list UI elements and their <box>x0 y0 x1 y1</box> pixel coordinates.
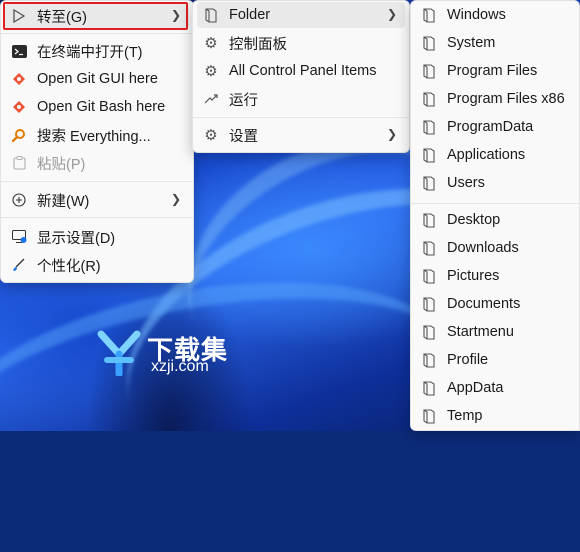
menu-item-label: Pictures <box>447 268 500 284</box>
menu-item-label: Downloads <box>447 240 519 256</box>
folder-icon <box>419 352 439 368</box>
folder-icon <box>419 147 439 163</box>
folder-menu-item[interactable]: AppData <box>415 375 575 401</box>
folder-icon <box>419 91 439 107</box>
folder-menu-item[interactable]: Downloads <box>415 235 575 261</box>
folder-icon <box>419 212 439 228</box>
menu-item-label: Windows <box>447 7 506 23</box>
folder-icon <box>419 296 439 312</box>
selection-highlight <box>3 2 188 30</box>
submenu-item-folder[interactable]: Folder ❯ <box>197 2 405 28</box>
menu-item-label: 设置 <box>229 128 258 145</box>
folder-menu-item[interactable]: Temp <box>415 403 575 429</box>
folder-icon <box>201 7 221 23</box>
menu-item-paste[interactable]: 粘贴(P) <box>5 150 189 176</box>
submenu-item-all-control-panel[interactable]: ⚙ All Control Panel Items <box>197 58 405 84</box>
menu-item-display-settings[interactable]: 显示设置(D) <box>5 224 189 250</box>
folder-menu-item[interactable]: Documents <box>415 291 575 317</box>
menu-item-label: Program Files <box>447 63 538 79</box>
folder-icon <box>419 268 439 284</box>
submenu-item-control-panel[interactable]: ⚙ 控制面板 <box>197 30 405 56</box>
menu-item-search-everything[interactable]: 搜索 Everything... <box>5 122 189 148</box>
folder-menu-item[interactable]: Program Files x86 <box>415 86 575 112</box>
menu-item-label: Profile <box>447 352 489 368</box>
folder-icon <box>419 240 439 256</box>
folder-icon <box>419 408 439 424</box>
plus-circle-icon <box>9 193 29 207</box>
gear-icon: ⚙ <box>204 63 218 80</box>
folder-menu-item[interactable]: Windows <box>415 2 575 28</box>
folder-menu-item[interactable]: Pictures <box>415 263 575 289</box>
menu-item-label: Documents <box>447 296 521 312</box>
gear-icon: ⚙ <box>204 127 218 144</box>
menu-item-label: Folder <box>229 7 271 23</box>
display-settings-icon <box>9 230 29 244</box>
chevron-right-icon: ❯ <box>386 7 397 21</box>
folder-menu-item[interactable]: ProgramData <box>415 114 575 140</box>
folder-menu-item[interactable]: Applications <box>415 142 575 168</box>
context-menu: 转至(G) ❯ 在终端中打开(T) Open Git GUI here Open… <box>0 0 194 283</box>
menu-item-label: 搜索 Everything... <box>37 128 151 145</box>
submenu-item-settings[interactable]: ⚙ 设置 ❯ <box>197 122 405 148</box>
menu-item-label: 个性化(R) <box>37 258 101 275</box>
menu-separator <box>1 217 193 218</box>
folder-menu-item[interactable]: Profile <box>415 347 575 373</box>
folder-menu-item[interactable]: Desktop <box>415 207 575 233</box>
menu-item-new[interactable]: 新建(W) ❯ <box>5 187 189 213</box>
menu-item-label: 控制面板 <box>229 36 287 53</box>
menu-separator <box>193 117 409 118</box>
menu-item-label: 运行 <box>229 92 258 109</box>
everything-search-icon <box>9 128 29 142</box>
folder-menu-item[interactable]: Users <box>415 170 575 196</box>
folder-icon <box>419 380 439 396</box>
menu-item-label: Temp <box>447 408 483 424</box>
menu-item-label: System <box>447 35 496 51</box>
menu-item-label: Users <box>447 175 485 191</box>
menu-item-label: 显示设置(D) <box>37 230 116 247</box>
menu-item-git-bash[interactable]: Open Git Bash here <box>5 94 189 120</box>
git-icon <box>9 100 29 114</box>
menu-item-label: AppData <box>447 380 504 396</box>
folder-icon <box>419 119 439 135</box>
folder-menu-item[interactable]: Program Files <box>415 58 575 84</box>
paste-icon <box>9 156 29 170</box>
menu-item-label: Applications <box>447 147 526 163</box>
git-icon <box>9 72 29 86</box>
watermark-url: xzji.com <box>151 358 209 375</box>
watermark-logo-icon <box>97 330 141 376</box>
menu-item-label: Program Files x86 <box>447 91 565 107</box>
menu-separator <box>1 33 193 34</box>
gear-icon: ⚙ <box>204 35 218 52</box>
menu-item-personalize[interactable]: 个性化(R) <box>5 252 189 278</box>
folder-menu-item[interactable]: System <box>415 30 575 56</box>
brush-icon <box>9 258 29 272</box>
menu-item-open-terminal[interactable]: 在终端中打开(T) <box>5 38 189 64</box>
menu-item-git-gui[interactable]: Open Git GUI here <box>5 66 189 92</box>
menu-item-label: Open Git GUI here <box>37 71 158 87</box>
terminal-icon <box>9 44 29 58</box>
menu-item-label: ProgramData <box>447 119 534 135</box>
submenu-item-run[interactable]: 运行 <box>197 86 405 112</box>
folder-icon <box>419 35 439 51</box>
folder-icon <box>419 175 439 191</box>
run-arrow-icon <box>201 93 221 105</box>
watermark: 下载集 xzji.com <box>95 330 245 380</box>
chevron-right-icon: ❯ <box>386 127 397 141</box>
menu-item-label: Startmenu <box>447 324 514 340</box>
menu-item-label: 粘贴(P) <box>37 156 86 173</box>
folder-icon <box>419 63 439 79</box>
folder-submenu: Windows System Program Files Program Files … <box>410 0 580 431</box>
goto-submenu: Folder ❯ ⚙ 控制面板 ⚙ All Control Panel Item… <box>192 0 410 153</box>
menu-item-label: Desktop <box>447 212 501 228</box>
menu-item-label: 新建(W) <box>37 193 90 210</box>
menu-item-label: Open Git Bash here <box>37 99 166 115</box>
chevron-right-icon: ❯ <box>170 192 181 206</box>
folder-icon <box>419 324 439 340</box>
menu-separator <box>411 203 579 204</box>
menu-item-label: 在终端中打开(T) <box>37 44 143 61</box>
folder-menu-item[interactable]: Startmenu <box>415 319 575 345</box>
folder-icon <box>419 7 439 23</box>
menu-item-label: All Control Panel Items <box>229 63 377 79</box>
menu-separator <box>1 181 193 182</box>
